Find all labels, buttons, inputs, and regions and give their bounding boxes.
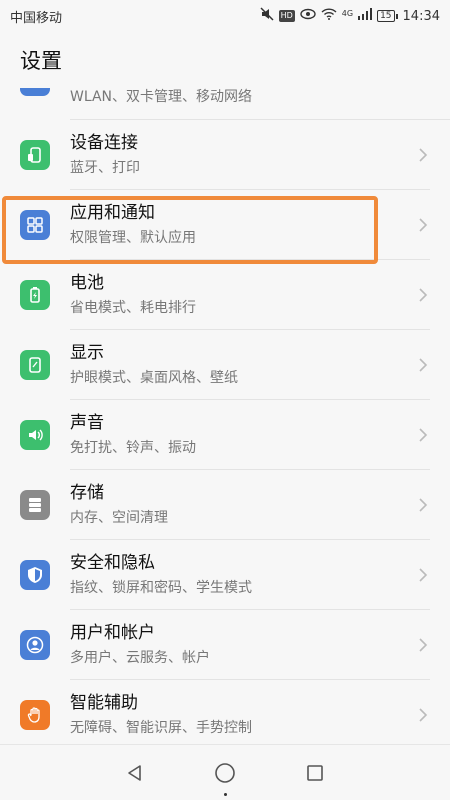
network-icon (20, 88, 50, 96)
hd-icon: HD (278, 10, 295, 22)
storage-icon (20, 490, 50, 520)
app-bar: 设置 (0, 32, 450, 88)
settings-item-wireless[interactable]: WLAN、双卡管理、移动网络 (20, 88, 450, 120)
chevron-right-icon (419, 568, 428, 582)
recents-button[interactable] (295, 753, 335, 793)
settings-item-sound[interactable]: 声音 免打扰、铃声、振动 (0, 400, 450, 470)
settings-item-title: 智能辅助 (70, 693, 138, 713)
clock: 14:34 (402, 8, 440, 24)
settings-item-title: 用户和帐户 (70, 623, 155, 643)
settings-item-battery[interactable]: 电池 省电模式、耗电排行 (0, 260, 450, 330)
chevron-right-icon (419, 638, 428, 652)
chevron-right-icon (419, 708, 428, 722)
signal-icon (358, 8, 373, 24)
settings-item-title: 电池 (70, 273, 104, 293)
settings-item-title: 安全和隐私 (70, 553, 155, 573)
user-icon (20, 630, 50, 660)
mute-icon (260, 7, 274, 25)
page-title: 设置 (20, 49, 62, 73)
network-type-label: 4G (341, 9, 354, 18)
navigation-bar (0, 744, 450, 800)
home-button[interactable] (205, 753, 245, 793)
status-bar: 中国移动 HD 4G 15 14:34 (0, 0, 450, 32)
settings-item-security-privacy[interactable]: 安全和隐私 指纹、锁屏和密码、学生模式 (0, 540, 450, 610)
settings-item-title: 应用和通知 (70, 203, 155, 223)
chevron-right-icon (419, 498, 428, 512)
chevron-right-icon (419, 288, 428, 302)
settings-list[interactable]: WLAN、双卡管理、移动网络 设备连接 蓝牙、打印 应用和通知 权限管理、默认应… (0, 88, 450, 744)
settings-item-title: 声音 (70, 413, 104, 433)
battery-icon: 15 (377, 10, 398, 22)
battery-setting-icon (20, 280, 50, 310)
apps-icon (20, 210, 50, 240)
chevron-right-icon (419, 218, 428, 232)
settings-item-title: 设备连接 (70, 133, 138, 153)
settings-item-subtitle: 无障碍、智能识屏、手势控制 (70, 720, 252, 736)
display-icon (20, 350, 50, 380)
settings-item-subtitle: 免打扰、铃声、振动 (70, 440, 196, 456)
settings-item-title: 存储 (70, 483, 104, 503)
settings-item-subtitle: WLAN、双卡管理、移动网络 (70, 89, 253, 105)
back-icon (128, 764, 141, 781)
hand-icon (20, 700, 50, 730)
nav-indicator-dot (224, 793, 227, 796)
settings-item-display[interactable]: 显示 护眼模式、桌面风格、壁纸 (0, 330, 450, 400)
settings-item-subtitle: 护眼模式、桌面风格、壁纸 (70, 370, 238, 386)
chevron-right-icon (419, 358, 428, 372)
settings-item-subtitle: 蓝牙、打印 (70, 160, 140, 176)
settings-item-apps-notifications[interactable]: 应用和通知 权限管理、默认应用 (0, 190, 450, 260)
recents-icon (307, 764, 323, 781)
settings-item-users-accounts[interactable]: 用户和帐户 多用户、云服务、帐户 (0, 610, 450, 680)
chevron-right-icon (419, 428, 428, 442)
sound-icon (20, 420, 50, 450)
settings-item-subtitle: 权限管理、默认应用 (70, 230, 196, 246)
settings-item-subtitle: 内存、空间清理 (70, 510, 168, 526)
settings-item-device-connection[interactable]: 设备连接 蓝牙、打印 (0, 120, 450, 190)
eye-comfort-icon (300, 8, 316, 24)
settings-item-smart-assistance[interactable]: 智能辅助 无障碍、智能识屏、手势控制 (0, 680, 450, 744)
carrier-label: 中国移动 (10, 10, 63, 26)
battery-level: 15 (377, 10, 395, 22)
status-icons: HD 4G 15 14:34 (260, 7, 440, 25)
wifi-icon (321, 8, 337, 24)
shield-icon (20, 560, 50, 590)
settings-item-storage[interactable]: 存储 内存、空间清理 (0, 470, 450, 540)
settings-item-subtitle: 多用户、云服务、帐户 (70, 650, 210, 666)
settings-item-subtitle: 省电模式、耗电排行 (70, 300, 196, 316)
back-button[interactable] (115, 753, 155, 793)
device-connect-icon (20, 140, 50, 170)
settings-item-title: 显示 (70, 343, 104, 363)
chevron-right-icon (419, 148, 428, 162)
settings-item-subtitle: 指纹、锁屏和密码、学生模式 (70, 580, 252, 596)
home-icon (215, 762, 235, 783)
